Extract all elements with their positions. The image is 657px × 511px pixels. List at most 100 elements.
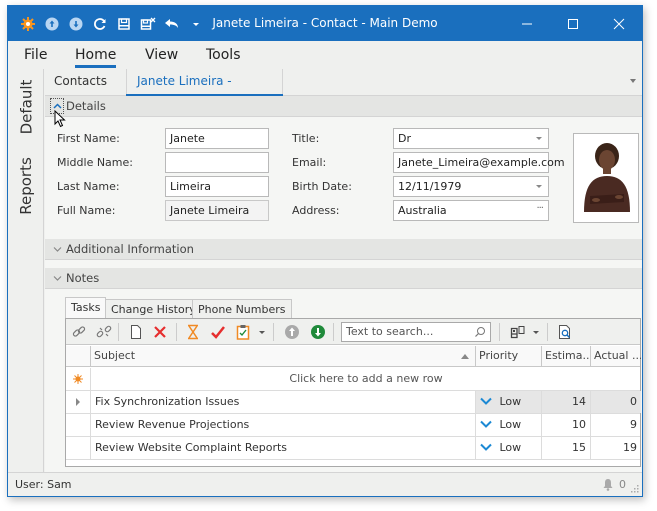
first-name-field[interactable]: Janete [165, 128, 269, 149]
row-indicator [66, 437, 90, 459]
notification-count: 0 [619, 478, 626, 491]
details-group-label: Details [66, 99, 106, 113]
new-item-row[interactable]: Click here to add a new row [66, 368, 640, 391]
notes-tab-phone-numbers[interactable]: Phone Numbers [192, 299, 292, 319]
cell-priority[interactable]: Low [475, 437, 541, 459]
priority-low-icon [480, 420, 492, 428]
chevron-down-icon[interactable] [536, 137, 542, 140]
arrow-up-circle-icon[interactable] [40, 12, 64, 36]
table-row[interactable]: Review Revenue Projections Low 10 9 [66, 414, 640, 437]
ribbon-tab-tools[interactable]: Tools [206, 41, 241, 69]
doc-tab-contacts[interactable]: Contacts [54, 69, 107, 96]
address-field[interactable]: Australia ··· [393, 200, 549, 221]
contact-photo[interactable] [573, 133, 639, 223]
delete-icon[interactable] [150, 322, 170, 342]
print-preview-icon[interactable] [555, 322, 575, 342]
email-label: Email: [292, 156, 327, 169]
birth-date-picker[interactable]: 12/11/1979 [393, 176, 549, 197]
notes-group-header[interactable]: Notes [45, 268, 642, 289]
resize-grip-icon[interactable] [630, 484, 640, 494]
dropdown-icon[interactable] [256, 322, 268, 342]
hourglass-icon[interactable] [183, 322, 203, 342]
priority-low-icon [480, 443, 492, 451]
email-field[interactable]: Janete_Limeira@example.com [393, 152, 565, 173]
cell-estimate[interactable]: 14 [541, 391, 590, 413]
minimize-button[interactable] [504, 6, 550, 41]
additional-info-group-header[interactable]: Additional Information [45, 239, 642, 260]
save-and-close-icon[interactable] [136, 12, 160, 36]
app-gear-icon[interactable] [16, 12, 40, 36]
column-header-estimate[interactable]: Estima... [541, 346, 590, 367]
grid-header: Subject Priority Estima... Actual ... [66, 346, 641, 367]
column-header-subject-label: Subject [94, 349, 136, 362]
chevron-down-icon[interactable] [50, 268, 64, 288]
new-task-icon[interactable] [126, 322, 146, 342]
move-up-icon[interactable] [282, 322, 302, 342]
cell-subject[interactable]: Review Revenue Projections [90, 414, 475, 436]
document-tabs: Contacts Janete Limeira - Contact× [45, 69, 642, 112]
title-select[interactable]: Dr [393, 128, 549, 149]
move-down-icon[interactable] [308, 322, 328, 342]
undo-icon[interactable] [160, 12, 184, 36]
doc-tabs-dropdown-icon[interactable] [630, 79, 636, 83]
arrow-down-circle-icon[interactable] [64, 12, 88, 36]
chevron-down-icon[interactable] [50, 239, 64, 259]
maximize-button[interactable] [550, 6, 596, 41]
search-placeholder: Text to search... [346, 325, 434, 338]
column-header-actual[interactable]: Actual ... [590, 346, 641, 367]
notes-tabs: Tasks Change History Phone Numbers [65, 297, 642, 319]
search-icon[interactable] [474, 326, 486, 338]
middle-name-field[interactable] [165, 152, 269, 173]
left-navigation: Default Reports [8, 69, 44, 472]
details-group-header[interactable]: Details [45, 96, 642, 117]
column-header-priority[interactable]: Priority [475, 346, 541, 367]
full-name-label: Full Name: [57, 204, 116, 217]
link-icon[interactable] [69, 322, 89, 342]
cell-estimate[interactable]: 15 [541, 437, 590, 459]
customize-dropdown-icon[interactable] [184, 12, 208, 36]
notes-tab-tasks[interactable]: Tasks [65, 297, 107, 319]
refresh-icon[interactable] [88, 12, 112, 36]
focused-row-indicator-icon [66, 391, 90, 413]
nav-tab-default[interactable]: Default [8, 77, 44, 137]
bell-icon[interactable] [602, 478, 614, 491]
close-button[interactable] [596, 6, 642, 41]
middle-name-label: Middle Name: [57, 156, 133, 169]
clipboard-check-icon[interactable] [233, 322, 253, 342]
nav-tab-reports[interactable]: Reports [8, 153, 44, 219]
search-input[interactable]: Text to search... [341, 322, 491, 342]
toolbar-separator [176, 323, 177, 341]
address-ellipsis-button[interactable]: ··· [536, 199, 543, 218]
ribbon-tab-file[interactable]: File [24, 41, 47, 69]
table-row[interactable]: Fix Synchronization Issues Low 14 0 [66, 391, 641, 414]
cell-subject[interactable]: Fix Synchronization Issues [90, 391, 475, 413]
chevron-down-icon[interactable] [536, 185, 542, 188]
row-indicator [66, 414, 90, 436]
unlink-icon[interactable] [94, 322, 114, 342]
column-header-subject[interactable]: Subject [90, 346, 475, 367]
address-label: Address: [292, 204, 340, 217]
cell-estimate[interactable]: 10 [541, 414, 590, 436]
cell-priority[interactable]: Low [475, 391, 541, 413]
layout-icon[interactable] [508, 322, 528, 342]
last-name-field[interactable]: Limeira [165, 176, 269, 197]
ribbon-tab-home[interactable]: Home [75, 41, 117, 69]
cell-actual[interactable]: 0 [590, 391, 641, 413]
app-window: Janete Limeira - Contact - Main Demo Fil… [7, 5, 643, 497]
doc-tab-contact-detail[interactable]: Janete Limeira - Contact× [126, 69, 283, 112]
full-name-field: Janete Limeira [165, 200, 269, 221]
cell-subject[interactable]: Review Website Complaint Reports [90, 437, 475, 459]
save-icon[interactable] [112, 12, 136, 36]
tasks-toolbar: Text to search... [66, 319, 640, 345]
cell-priority[interactable]: Low [475, 414, 541, 436]
cell-actual[interactable]: 19 [590, 437, 641, 459]
toolbar-separator [118, 323, 119, 341]
priority-low-icon [480, 397, 492, 405]
notes-tab-change-history[interactable]: Change History [105, 299, 202, 319]
cell-actual[interactable]: 9 [590, 414, 641, 436]
table-row[interactable]: Review Website Complaint Reports Low 15 … [66, 437, 640, 460]
complete-check-icon[interactable] [208, 322, 228, 342]
layout-dropdown-icon[interactable] [530, 322, 542, 342]
ribbon-tab-view[interactable]: View [145, 41, 178, 69]
new-row-prompt[interactable]: Click here to add a new row [90, 368, 641, 390]
